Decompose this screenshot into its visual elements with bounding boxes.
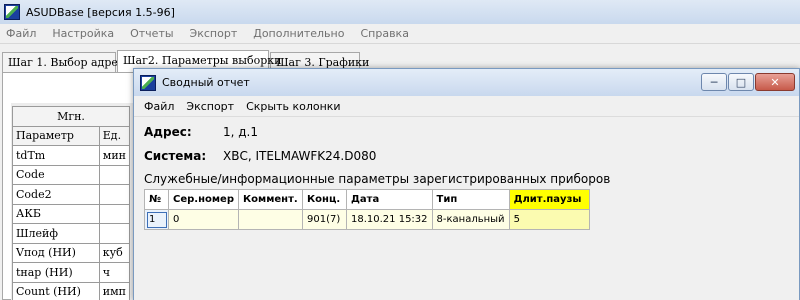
system-value: ХВС, ITELMAWFK24.D080 (223, 149, 377, 163)
cell-number[interactable]: 1 (144, 209, 169, 230)
table-row[interactable]: Count (НИ) имп (12, 281, 131, 300)
param-unit[interactable] (98, 184, 131, 205)
param-unit[interactable]: имп (98, 281, 131, 300)
cell-pause-duration[interactable]: 5 (508, 209, 590, 230)
system-label: Система: (144, 149, 207, 163)
param-unit[interactable] (98, 203, 131, 224)
col-header-comment[interactable]: Коммент. (238, 189, 303, 210)
maximize-icon: □ (735, 75, 747, 89)
param-unit[interactable] (98, 164, 131, 185)
cell-serial[interactable]: 0 (168, 209, 239, 230)
param-name[interactable]: tdTm (12, 145, 100, 166)
system-row: Система: ХВС, ITELMAWFK24.D080 (144, 147, 376, 165)
parameters-grid: Мгн. Параметр Ед. tdTm мин Code Code2 АК… (12, 106, 131, 300)
cell-concentrator[interactable]: 901(7) (302, 209, 347, 230)
param-unit[interactable]: мин (98, 145, 131, 166)
param-name[interactable]: Vпод (НИ) (12, 242, 100, 263)
table-header-row: № Сер.номер Коммент. Конц. Дата Тип Длит… (144, 189, 590, 210)
col-header-serial[interactable]: Сер.номер (168, 189, 239, 210)
cell-comment[interactable] (238, 209, 303, 230)
menu-reports[interactable]: Отчеты (130, 27, 173, 40)
param-name[interactable]: tнар (НИ) (12, 262, 100, 283)
param-name[interactable]: Code2 (12, 184, 100, 205)
cell-type[interactable]: 8-канальный (431, 209, 510, 230)
devices-table: № Сер.номер Коммент. Конц. Дата Тип Длит… (144, 189, 590, 230)
app-title: ASUDBase [версия 1.5-96] (26, 5, 175, 19)
table-row[interactable]: Vпод (НИ) куб (12, 242, 131, 263)
table-row[interactable]: Шлейф (12, 223, 131, 244)
app-titlebar: ASUDBase [версия 1.5-96] (0, 0, 800, 24)
param-name[interactable]: Шлейф (12, 223, 100, 244)
col-header-pause-duration[interactable]: Длит.паузы (508, 189, 590, 210)
param-unit[interactable]: ч (98, 262, 131, 283)
menu-additional[interactable]: Дополнительно (253, 27, 344, 40)
table-row[interactable]: 1 0 901(7) 18.10.21 15:32 8-канальный 5 (144, 209, 590, 230)
minimize-icon: ─ (710, 75, 718, 89)
grid-group-header: Мгн. (12, 106, 130, 127)
dialog-title: Сводный отчет (162, 76, 250, 89)
dialog-menubar: Файл Экспорт Скрыть колонки (134, 96, 799, 117)
table-row[interactable]: tнар (НИ) ч (12, 262, 131, 283)
close-icon: ✕ (770, 75, 780, 89)
col-header-type[interactable]: Тип (431, 189, 510, 210)
menu-help[interactable]: Справка (360, 27, 408, 40)
window-controls: ─ □ ✕ (700, 73, 795, 91)
param-name[interactable]: АКБ (12, 203, 100, 224)
dialog-menu-export[interactable]: Экспорт (186, 100, 234, 113)
menu-export[interactable]: Экспорт (190, 27, 238, 40)
address-value: 1, д.1 (223, 125, 259, 139)
table-row[interactable]: АКБ (12, 203, 131, 224)
menu-settings[interactable]: Настройка (52, 27, 114, 40)
param-name[interactable]: Code (12, 164, 100, 185)
col-header-number[interactable]: № (144, 189, 169, 210)
address-label: Адрес: (144, 125, 192, 139)
tab-step1-address[interactable]: Шаг 1. Выбор адреса (2, 52, 131, 72)
param-name[interactable]: Count (НИ) (12, 281, 100, 300)
param-unit[interactable] (98, 223, 131, 244)
grid-header-unit[interactable]: Ед. (98, 125, 131, 146)
cell-date[interactable]: 18.10.21 15:32 (346, 209, 433, 230)
app-logo-icon (4, 4, 20, 20)
col-header-concentrator[interactable]: Конц. (302, 189, 347, 210)
dialog-menu-hide-columns[interactable]: Скрыть колонки (246, 100, 341, 113)
table-row[interactable]: Code2 (12, 184, 131, 205)
maximize-button[interactable]: □ (728, 73, 754, 91)
table-row[interactable]: tdTm мин (12, 145, 131, 166)
table-row[interactable]: Code (12, 164, 131, 185)
app-menubar: Файл Настройка Отчеты Экспорт Дополнител… (0, 24, 800, 44)
col-header-date[interactable]: Дата (346, 189, 433, 210)
close-button[interactable]: ✕ (755, 73, 795, 91)
app-logo-icon (140, 74, 156, 91)
menu-file[interactable]: Файл (6, 27, 36, 40)
address-row: Адрес: 1, д.1 (144, 123, 258, 141)
dialog-titlebar[interactable]: Сводный отчет ─ □ ✕ (134, 69, 799, 96)
param-unit[interactable]: куб (98, 242, 131, 263)
dialog-menu-file[interactable]: Файл (144, 100, 174, 113)
section-caption: Служебные/информационные параметры зарег… (144, 172, 611, 186)
minimize-button[interactable]: ─ (701, 73, 727, 91)
grid-header-parameter[interactable]: Параметр (12, 125, 100, 146)
